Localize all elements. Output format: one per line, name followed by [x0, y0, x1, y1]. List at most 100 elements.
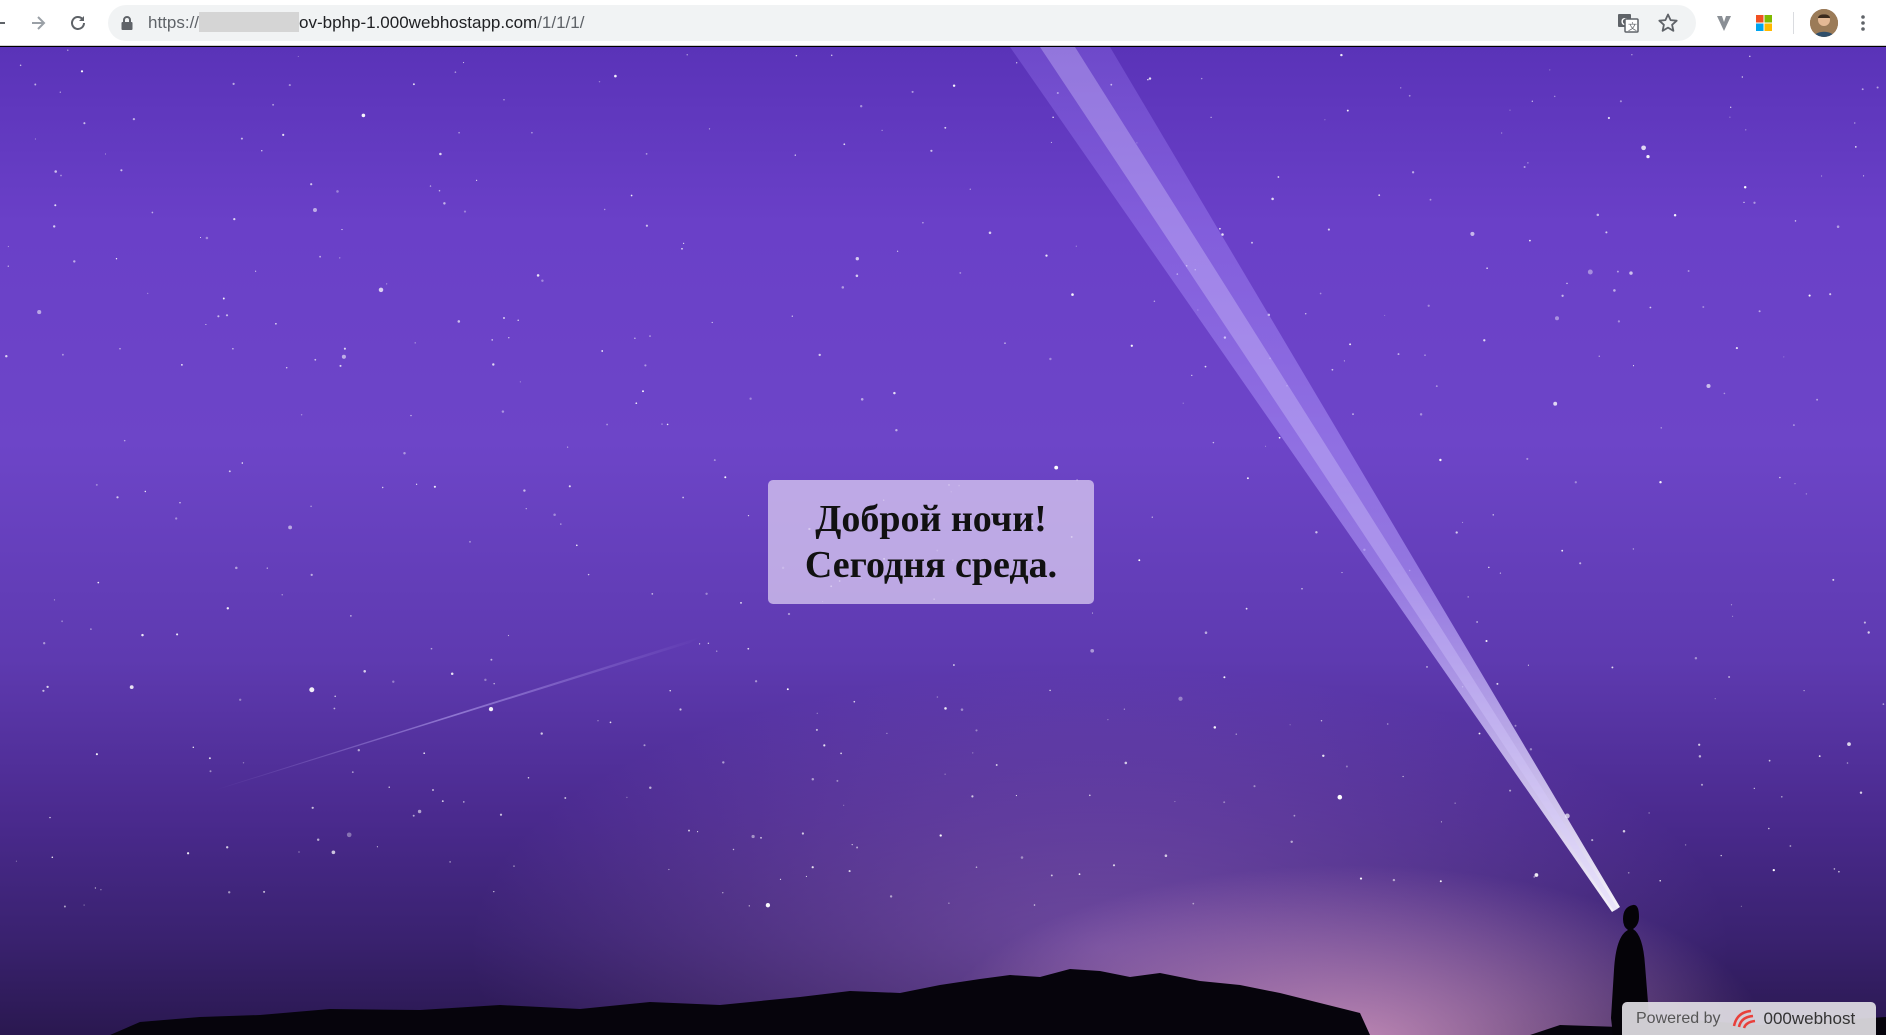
star [1728, 675, 1731, 679]
star [1863, 621, 1866, 624]
star [765, 903, 771, 908]
star [1123, 708, 1126, 710]
star [1304, 313, 1307, 315]
star [378, 287, 384, 293]
back-button[interactable] [0, 6, 16, 40]
star [1138, 559, 1141, 562]
star [1112, 864, 1116, 867]
star [564, 797, 567, 799]
star [1730, 106, 1732, 108]
star [34, 83, 37, 86]
star [285, 367, 288, 369]
translate-icon[interactable]: G文 [1616, 11, 1640, 35]
star [944, 707, 947, 710]
000webhost-brand: 000webhost [1763, 1008, 1856, 1028]
star [1320, 720, 1323, 722]
star [1854, 122, 1856, 124]
forward-button[interactable] [21, 6, 55, 40]
star [801, 832, 805, 835]
url-redacted-segment [199, 12, 300, 32]
url-text[interactable]: https:// ov-bphp-1.000webhostapp.com/1/1/… [148, 5, 584, 41]
star [936, 696, 939, 698]
star [517, 319, 519, 321]
star [116, 496, 119, 499]
star [144, 490, 146, 493]
powered-by-label: Powered by [1636, 1009, 1721, 1027]
star [1352, 413, 1354, 415]
star [1641, 145, 1646, 151]
star [432, 789, 434, 791]
bookmark-star-icon[interactable] [1656, 11, 1680, 35]
star [1566, 282, 1568, 285]
star [860, 398, 864, 401]
star [232, 348, 234, 350]
address-bar[interactable]: https:// ov-bphp-1.000webhostapp.com/1/1/… [108, 5, 1696, 41]
vivaldi-extension-icon[interactable] [1707, 6, 1741, 40]
star [1632, 548, 1635, 550]
star [80, 70, 84, 73]
star [310, 505, 312, 508]
star [297, 55, 299, 57]
star [503, 99, 505, 101]
star [1854, 146, 1857, 148]
star [1768, 759, 1771, 762]
star [649, 786, 652, 790]
star [1673, 214, 1677, 217]
star [713, 459, 716, 462]
star [722, 761, 725, 764]
star [1016, 62, 1018, 64]
url-scheme: https:// [148, 13, 200, 32]
star [527, 777, 530, 779]
star [53, 599, 56, 601]
star [930, 149, 933, 152]
star [508, 337, 510, 339]
star [1440, 821, 1442, 823]
star [669, 689, 671, 692]
star [414, 342, 416, 344]
avatar[interactable] [1810, 9, 1838, 37]
star [339, 364, 342, 367]
star [1622, 830, 1626, 833]
star [1767, 827, 1770, 830]
star [310, 183, 313, 186]
star [1392, 878, 1396, 882]
star [1427, 304, 1430, 307]
star [1349, 343, 1352, 346]
star [1632, 365, 1635, 367]
star [843, 804, 845, 806]
star [1153, 300, 1156, 303]
star [645, 224, 649, 227]
star [988, 231, 992, 235]
star [1779, 476, 1781, 479]
star [357, 749, 360, 752]
star [441, 800, 444, 803]
powered-by-badge[interactable]: Powered by 000webhost [1622, 1002, 1876, 1035]
more-vert-button[interactable] [1846, 6, 1880, 40]
lock-icon[interactable] [120, 15, 134, 31]
star [1478, 732, 1481, 735]
star [1838, 870, 1840, 873]
star [59, 91, 61, 93]
star [1341, 572, 1343, 574]
star [948, 902, 950, 904]
star [361, 113, 366, 118]
star [1078, 873, 1081, 876]
star [1089, 794, 1091, 797]
reload-button[interactable] [61, 6, 95, 40]
star [60, 174, 62, 177]
star [688, 829, 690, 832]
star [97, 581, 100, 584]
star [1531, 100, 1533, 102]
star [786, 688, 789, 691]
star [795, 54, 798, 57]
star [463, 210, 467, 213]
star [1435, 385, 1438, 387]
star [1343, 360, 1345, 362]
star [310, 573, 313, 577]
star [1783, 356, 1785, 358]
star [682, 242, 685, 245]
star [346, 832, 352, 838]
star [412, 83, 415, 86]
star [645, 153, 648, 155]
windows-extension-icon[interactable] [1747, 6, 1781, 40]
